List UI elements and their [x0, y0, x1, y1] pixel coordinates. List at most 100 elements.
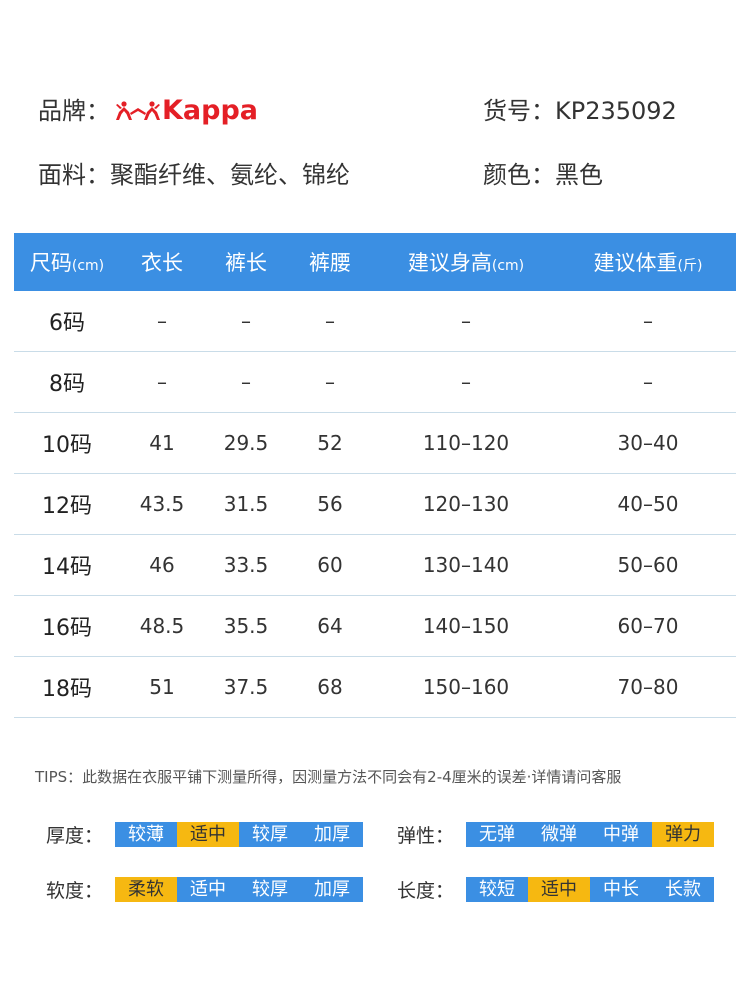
kappa-logo: Kappa [116, 96, 258, 126]
size-cell: 8码 [14, 351, 120, 413]
table-row: 12码 43.5 31.5 56 120–130 40–50 [14, 473, 736, 535]
table-row: 18码 51 37.5 68 150–160 70–80 [14, 656, 736, 718]
color-value: 黑色 [555, 161, 603, 189]
thickness-scale: 厚度： 较薄 适中 较厚 加厚 [46, 821, 364, 848]
top-length-cell: – [120, 351, 204, 413]
size-cell: 16码 [14, 595, 120, 657]
item-number: KP235092 [555, 97, 677, 125]
thickness-label: 厚度： [46, 825, 104, 847]
table-row: 6码 – – – – – [14, 291, 736, 352]
kappa-omini-icon [116, 101, 160, 120]
length-label: 长度： [397, 880, 455, 902]
fabric-label: 面料： [38, 161, 110, 189]
size-cell: 14码 [14, 534, 120, 596]
item-number-line: 货号：KP235092 [483, 96, 677, 126]
length-scale: 长度： 较短 适中 中长 长款 [397, 876, 715, 903]
length-option: 较短 [466, 877, 529, 902]
fabric-line: 面料：聚酯纤维、氨纶、锦纶 [38, 160, 350, 190]
length-option: 中长 [590, 877, 653, 902]
color-line: 颜色：黑色 [483, 160, 603, 190]
size-cell: 6码 [14, 291, 120, 352]
height-cell: 110–120 [372, 412, 560, 474]
waist-cell: 68 [288, 656, 372, 718]
top-length-cell: 43.5 [120, 473, 204, 535]
top-length-cell: 48.5 [120, 595, 204, 657]
header-pants-length: 裤长 [204, 233, 288, 291]
brand-line: 品牌： Kappa [38, 96, 258, 126]
table-row: 8码 – – – – – [14, 351, 736, 413]
thickness-option: 加厚 [301, 822, 364, 847]
weight-cell: – [560, 291, 736, 352]
pants-length-cell: 37.5 [204, 656, 288, 718]
height-cell: – [372, 291, 560, 352]
table-row: 10码 41 29.5 52 110–120 30–40 [14, 412, 736, 474]
height-cell: 120–130 [372, 473, 560, 535]
elasticity-option: 弹力 [652, 822, 715, 847]
waist-cell: 60 [288, 534, 372, 596]
weight-cell: 70–80 [560, 656, 736, 718]
measurement-tips: TIPS：此数据在衣服平铺下测量所得，因测量方法不同会有2-4厘米的误差·详情请… [35, 768, 622, 786]
weight-cell: 40–50 [560, 473, 736, 535]
elasticity-options: 无弹 微弹 中弹 弹力 [466, 822, 715, 847]
weight-cell: 30–40 [560, 412, 736, 474]
color-label: 颜色： [483, 161, 555, 189]
elasticity-option: 微弹 [528, 822, 591, 847]
header-waist: 裤腰 [288, 233, 372, 291]
softness-option: 柔软 [115, 877, 178, 902]
table-row: 14码 46 33.5 60 130–140 50–60 [14, 534, 736, 596]
pants-length-cell: – [204, 351, 288, 413]
top-length-cell: 46 [120, 534, 204, 596]
softness-label: 软度： [46, 880, 104, 902]
pants-length-cell: 35.5 [204, 595, 288, 657]
thickness-option: 较薄 [115, 822, 178, 847]
height-cell: 140–150 [372, 595, 560, 657]
size-cell: 18码 [14, 656, 120, 718]
size-cell: 10码 [14, 412, 120, 474]
thickness-options: 较薄 适中 较厚 加厚 [115, 822, 364, 847]
height-cell: 150–160 [372, 656, 560, 718]
softness-options: 柔软 适中 较厚 加厚 [115, 877, 364, 902]
brand-label: 品牌： [38, 97, 110, 125]
length-options: 较短 适中 中长 长款 [466, 877, 715, 902]
header-top-length: 衣长 [120, 233, 204, 291]
height-cell: 130–140 [372, 534, 560, 596]
waist-cell: – [288, 351, 372, 413]
header-height: 建议身高(cm) [372, 233, 560, 291]
softness-scale: 软度： 柔软 适中 较厚 加厚 [46, 876, 364, 903]
table-row: 16码 48.5 35.5 64 140–150 60–70 [14, 595, 736, 657]
brand-name: Kappa [162, 95, 259, 126]
thickness-option: 适中 [177, 822, 240, 847]
softness-option: 较厚 [239, 877, 302, 902]
fabric-value: 聚酯纤维、氨纶、锦纶 [110, 161, 350, 189]
height-cell: – [372, 351, 560, 413]
softness-option: 加厚 [301, 877, 364, 902]
waist-cell: 56 [288, 473, 372, 535]
header-size: 尺码(cm) [14, 233, 120, 291]
length-option: 长款 [652, 877, 715, 902]
softness-option: 适中 [177, 877, 240, 902]
size-chart-table: 尺码(cm) 衣长 裤长 裤腰 建议身高(cm) 建议体重(斤) 6码 – – … [14, 233, 736, 718]
top-length-cell: 51 [120, 656, 204, 718]
waist-cell: – [288, 291, 372, 352]
thickness-option: 较厚 [239, 822, 302, 847]
waist-cell: 52 [288, 412, 372, 474]
size-chart-header-row: 尺码(cm) 衣长 裤长 裤腰 建议身高(cm) 建议体重(斤) [14, 233, 736, 291]
weight-cell: 60–70 [560, 595, 736, 657]
elasticity-label: 弹性： [397, 825, 455, 847]
pants-length-cell: 29.5 [204, 412, 288, 474]
pants-length-cell: 31.5 [204, 473, 288, 535]
weight-cell: 50–60 [560, 534, 736, 596]
item-number-label: 货号： [483, 97, 555, 125]
weight-cell: – [560, 351, 736, 413]
top-length-cell: – [120, 291, 204, 352]
elasticity-option: 无弹 [466, 822, 529, 847]
pants-length-cell: – [204, 291, 288, 352]
waist-cell: 64 [288, 595, 372, 657]
elasticity-scale: 弹性： 无弹 微弹 中弹 弹力 [397, 821, 715, 848]
top-length-cell: 41 [120, 412, 204, 474]
elasticity-option: 中弹 [590, 822, 653, 847]
header-weight: 建议体重(斤) [560, 233, 736, 291]
length-option: 适中 [528, 877, 591, 902]
size-cell: 12码 [14, 473, 120, 535]
pants-length-cell: 33.5 [204, 534, 288, 596]
